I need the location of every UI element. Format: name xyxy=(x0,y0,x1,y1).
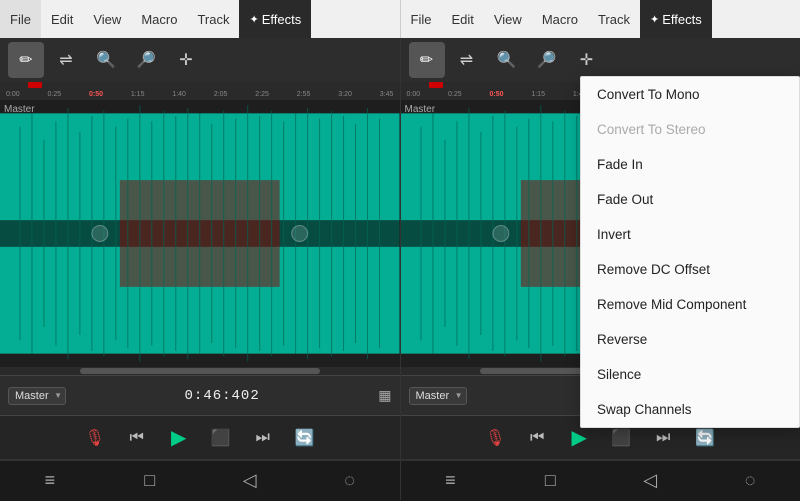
sys-person-right[interactable]: ◌ xyxy=(728,461,772,501)
tl-label: 2:55 xyxy=(297,91,311,98)
timeline-labels-left: 0:00 0:25 0:50 1:15 1:40 2:05 2:25 2:55 … xyxy=(4,85,396,98)
tl-label: 3:45 xyxy=(380,91,394,98)
main-content: ✏ ⇌ 🔍 🔎 ✛ 0:00 0:25 0:50 1:15 1:40 2:05 … xyxy=(0,38,800,459)
playhead-right xyxy=(429,82,443,88)
record-btn-left[interactable]: 🎙 xyxy=(79,422,111,454)
system-bars: ≡ □ ◁ ◌ ≡ □ ◁ ◌ xyxy=(0,459,800,500)
left-bottom-bar: Master ▼ 0:46:402 ▦ xyxy=(0,375,400,415)
left-waveform-svg xyxy=(0,100,400,367)
menu-edit-left[interactable]: Edit xyxy=(41,0,83,38)
tl-label-active: 0:50 xyxy=(89,91,103,98)
tl-label: 3:20 xyxy=(338,91,352,98)
menu-effects-right[interactable]: ✦Effects xyxy=(640,0,712,38)
effects-dropdown-menu: Convert To Mono Convert To Stereo Fade I… xyxy=(580,76,800,428)
loop-btn-left[interactable]: 🔄 xyxy=(289,422,321,454)
right-waveform-label: Master xyxy=(405,104,436,115)
left-scrollbar[interactable] xyxy=(0,367,400,375)
menu-file-right[interactable]: File xyxy=(401,0,442,38)
dropdown-swap-channels[interactable]: Swap Channels xyxy=(581,392,799,427)
menu-track-left[interactable]: Track xyxy=(187,0,239,38)
dropdown-reverse[interactable]: Reverse xyxy=(581,322,799,357)
tl-label-r: 0:25 xyxy=(448,91,462,98)
playhead-left xyxy=(28,82,42,88)
right-system-bar: ≡ □ ◁ ◌ xyxy=(401,460,800,500)
left-transport-bar: 🎙 ⏮ ▶ ⬛ ⏭ 🔄 xyxy=(0,415,400,459)
tl-label-r: 0:00 xyxy=(407,91,421,98)
left-waveform[interactable]: Master xyxy=(0,100,400,367)
left-scrollbar-thumb[interactable] xyxy=(80,368,320,374)
left-track-select[interactable]: Master xyxy=(8,387,66,405)
menu-macro-right[interactable]: Macro xyxy=(532,0,588,38)
pencil-tool-left[interactable]: ✏ xyxy=(8,42,44,78)
dropdown-silence[interactable]: Silence xyxy=(581,357,799,392)
dropdown-convert-to-stereo: Convert To Stereo xyxy=(581,112,799,147)
zoom-in-tool-right[interactable]: 🔍 xyxy=(489,42,525,78)
effects-icon-right: ✦ xyxy=(650,13,659,26)
trim-tool-right[interactable]: ⇌ xyxy=(449,42,485,78)
menu-bar: File Edit View Macro Track ✦Effects File… xyxy=(0,0,800,38)
sys-square-right[interactable]: □ xyxy=(528,461,572,501)
menu-view-left[interactable]: View xyxy=(83,0,131,38)
dropdown-invert[interactable]: Invert xyxy=(581,217,799,252)
right-menu-panel: File Edit View Macro Track ✦Effects xyxy=(401,0,800,38)
tl-label: 0:00 xyxy=(6,91,20,98)
left-toolbar: ✏ ⇌ 🔍 🔎 ✛ xyxy=(0,38,400,82)
tl-label: 0:25 xyxy=(47,91,61,98)
zoom-in-tool-left[interactable]: 🔍 xyxy=(88,42,124,78)
dropdown-fade-in[interactable]: Fade In xyxy=(581,147,799,182)
dropdown-remove-dc-offset[interactable]: Remove DC Offset xyxy=(581,252,799,287)
dropdown-remove-mid-component[interactable]: Remove Mid Component xyxy=(581,287,799,322)
left-waveform-btn[interactable]: ▦ xyxy=(378,387,391,404)
sys-back-left[interactable]: ◁ xyxy=(228,461,272,501)
skip-back-btn-left[interactable]: ⏮ xyxy=(121,422,153,454)
sys-person-left[interactable]: ◌ xyxy=(328,461,372,501)
record-btn-right[interactable]: 🎙 xyxy=(479,422,511,454)
skip-back-btn-right[interactable]: ⏮ xyxy=(521,422,553,454)
sys-menu-right[interactable]: ≡ xyxy=(428,461,472,501)
menu-macro-left[interactable]: Macro xyxy=(131,0,187,38)
left-system-bar: ≡ □ ◁ ◌ xyxy=(0,460,401,500)
left-menu-panel: File Edit View Macro Track ✦Effects xyxy=(0,0,401,38)
crosshair-tool-right[interactable]: ✛ xyxy=(569,42,605,78)
trim-tool-left[interactable]: ⇌ xyxy=(48,42,84,78)
pencil-tool-right[interactable]: ✏ xyxy=(409,42,445,78)
right-track-select[interactable]: Master xyxy=(409,387,467,405)
tl-label-r: 1:15 xyxy=(531,91,545,98)
sys-square-left[interactable]: □ xyxy=(128,461,172,501)
left-track-select-wrap: Master ▼ xyxy=(8,387,66,405)
zoom-out-tool-right[interactable]: 🔎 xyxy=(529,42,565,78)
left-track-panel: ✏ ⇌ 🔍 🔎 ✛ 0:00 0:25 0:50 1:15 1:40 2:05 … xyxy=(0,38,401,459)
tl-label: 2:25 xyxy=(255,91,269,98)
sys-back-right[interactable]: ◁ xyxy=(628,461,672,501)
play-btn-left[interactable]: ▶ xyxy=(163,422,195,454)
left-time-display: 0:46:402 xyxy=(72,388,372,404)
stop-btn-left[interactable]: ⬛ xyxy=(205,422,237,454)
menu-effects-left[interactable]: ✦Effects xyxy=(239,0,311,38)
sys-menu-left[interactable]: ≡ xyxy=(28,461,72,501)
tl-label: 1:15 xyxy=(131,91,145,98)
skip-forward-btn-left[interactable]: ⏭ xyxy=(247,422,279,454)
zoom-out-tool-left[interactable]: 🔎 xyxy=(128,42,164,78)
left-timeline: 0:00 0:25 0:50 1:15 1:40 2:05 2:25 2:55 … xyxy=(0,82,400,100)
menu-track-right[interactable]: Track xyxy=(588,0,640,38)
tl-label-r-active: 0:50 xyxy=(489,91,503,98)
tl-label: 2:05 xyxy=(214,91,228,98)
crosshair-tool-left[interactable]: ✛ xyxy=(168,42,204,78)
menu-file-left[interactable]: File xyxy=(0,0,41,38)
right-track-select-wrap: Master ▼ xyxy=(409,387,467,405)
left-waveform-label: Master xyxy=(4,104,35,115)
menu-edit-right[interactable]: Edit xyxy=(441,0,483,38)
tl-label: 1:40 xyxy=(172,91,186,98)
effects-icon-left: ✦ xyxy=(249,13,258,26)
dropdown-convert-to-mono[interactable]: Convert To Mono xyxy=(581,77,799,112)
right-panel-wrap: ✏ ⇌ 🔍 🔎 ✛ 0:00 0:25 0:50 1:15 1:40 2:05 … xyxy=(401,38,800,459)
dropdown-fade-out[interactable]: Fade Out xyxy=(581,182,799,217)
menu-view-right[interactable]: View xyxy=(484,0,532,38)
